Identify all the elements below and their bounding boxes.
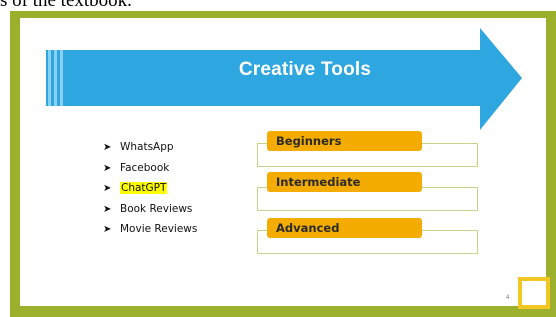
- slide-title: Creative Tools: [238, 59, 372, 80]
- corner-decoration: [518, 277, 550, 309]
- arrow-bullet-icon: ➤: [103, 183, 112, 194]
- list-item: ➤ Facebook: [103, 158, 197, 179]
- bullet-list: ➤ WhatsApp ➤ Facebook ➤ ChatGPT ➤ Book Revie…: [103, 137, 197, 240]
- level-tag-beginners: Beginners: [267, 131, 422, 151]
- arrow-stripe-3: [60, 50, 63, 106]
- arrow-stripe-1: [48, 50, 51, 106]
- list-item: ➤ Movie Reviews: [103, 219, 197, 240]
- arrow-bullet-icon: ➤: [103, 224, 112, 235]
- slide-page-number: 4: [506, 295, 510, 301]
- list-item-label: Book Reviews: [120, 202, 193, 215]
- level-tag-advanced: Advanced: [267, 218, 422, 238]
- arrow-bullet-icon: ➤: [103, 162, 112, 174]
- list-item: ➤ Book Reviews: [103, 199, 197, 220]
- list-item-label-highlighted: ChatGPT: [120, 182, 168, 194]
- arrow-stripe-2: [54, 50, 57, 106]
- level-tag-intermediate: Intermediate: [267, 172, 422, 192]
- list-item-label: Facebook: [120, 161, 170, 174]
- page: s of the textbook. Creative Tools ➤ Whats…: [0, 0, 556, 317]
- list-item: ➤ ChatGPT: [103, 178, 197, 199]
- list-item: ➤ WhatsApp: [103, 137, 197, 158]
- list-item-label: WhatsApp: [120, 141, 174, 153]
- arrow-bullet-icon: ➤: [103, 142, 112, 153]
- list-item-label: Movie Reviews: [120, 223, 198, 235]
- arrow-bullet-icon: ➤: [103, 203, 112, 215]
- corner-decoration-inner: [522, 281, 546, 305]
